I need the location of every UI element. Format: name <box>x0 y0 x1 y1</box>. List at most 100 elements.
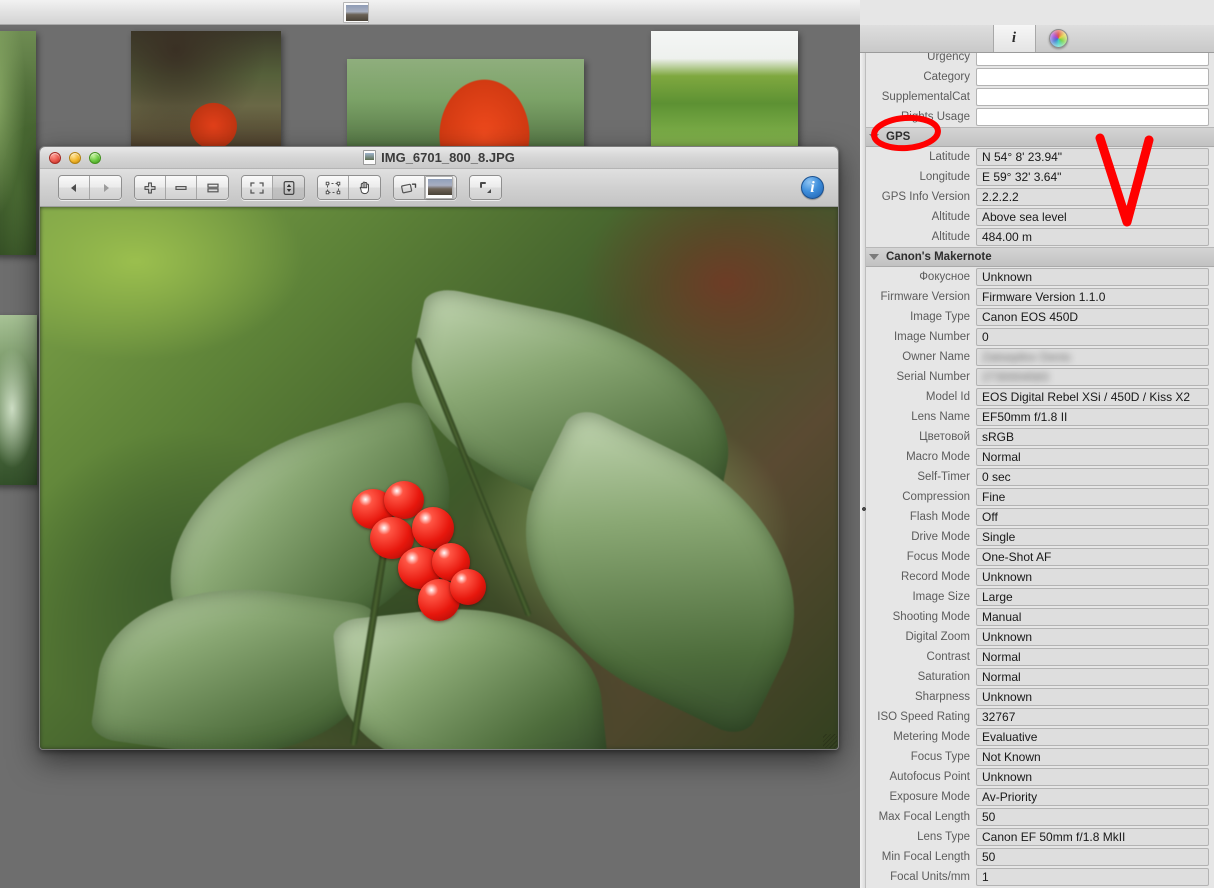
crop-segment <box>469 175 502 200</box>
inspector-scrollbar[interactable] <box>860 53 866 888</box>
thumbnail-image <box>131 31 281 156</box>
next-icon[interactable] <box>90 176 121 199</box>
photo-icon[interactable] <box>425 176 453 199</box>
metadata-value-field[interactable]: Normal <box>976 648 1209 666</box>
thumbnail-leaf-lower-left[interactable] <box>0 315 37 485</box>
metadata-inspector-panel: i Urgency Category SupplementalCat Rights U… <box>860 0 1214 888</box>
metadata-value-field[interactable]: N 54° 8' 23.94" <box>976 148 1209 166</box>
metadata-value-field[interactable]: 2730004583 <box>976 368 1209 386</box>
metadata-value-field[interactable] <box>976 108 1209 126</box>
viewer-titlebar[interactable]: IMG_6701_800_8.JPG <box>40 147 838 169</box>
metadata-value-field[interactable]: One-Shot AF <box>976 548 1209 566</box>
metadata-value-field[interactable]: 0 <box>976 328 1209 346</box>
metadata-label: Firmware Version <box>880 291 970 303</box>
metadata-value-field[interactable]: Large <box>976 588 1209 606</box>
photo-icon[interactable] <box>343 2 369 23</box>
panel-resize-handle[interactable] <box>861 505 867 513</box>
metadata-value-field[interactable] <box>976 88 1209 106</box>
metadata-value-field[interactable]: E 59° 32' 3.64" <box>976 168 1209 186</box>
crop-icon[interactable] <box>470 176 501 199</box>
metadata-value-field[interactable]: Firmware Version 1.1.0 <box>976 288 1209 306</box>
metadata-row: Image Type Canon EOS 450D <box>860 307 1214 327</box>
thumbnail-mushroom-center[interactable] <box>347 59 584 157</box>
metadata-value-field[interactable]: Manual <box>976 608 1209 626</box>
navigation-segment <box>58 175 122 200</box>
metadata-value-field[interactable]: EF50mm f/1.8 II <box>976 408 1209 426</box>
metadata-row: Фокусное Unknown <box>860 267 1214 287</box>
metadata-row: Exposure Mode Av-Priority <box>860 787 1214 807</box>
metadata-row: Saturation Normal <box>860 667 1214 687</box>
actual-size-icon[interactable] <box>197 176 228 199</box>
metadata-row: Contrast Normal <box>860 647 1214 667</box>
metadata-value-field[interactable]: EOS Digital Rebel XSi / 450D / Kiss X2 <box>976 388 1209 406</box>
info-icon[interactable]: i <box>801 176 824 199</box>
metadata-label: Focus Type <box>910 751 970 763</box>
metadata-value-field[interactable]: Unknown <box>976 268 1209 286</box>
fit-height-icon[interactable] <box>273 176 304 199</box>
metadata-row: Compression Fine <box>860 487 1214 507</box>
metadata-label: Altitude <box>931 211 970 223</box>
metadata-value-field[interactable]: Unknown <box>976 688 1209 706</box>
metadata-row: Urgency <box>860 53 1214 67</box>
metadata-value-field[interactable]: 484.00 m <box>976 228 1209 246</box>
metadata-section-label: Canon's Makernote <box>886 251 992 263</box>
rotate-left-icon[interactable] <box>394 176 425 199</box>
metadata-value-field[interactable]: 0 sec <box>976 468 1209 486</box>
metadata-value-field[interactable]: Above sea level <box>976 208 1209 226</box>
metadata-value-field[interactable]: Evaluative <box>976 728 1209 746</box>
metadata-value-field[interactable] <box>976 68 1209 86</box>
metadata-value-field[interactable]: Canon EOS 450D <box>976 308 1209 326</box>
image-viewer-window[interactable]: IMG_6701_800_8.JPG i <box>39 146 839 750</box>
metadata-value-field[interactable]: 50 <box>976 808 1209 826</box>
metadata-label: Sharpness <box>915 691 970 703</box>
thumbnail-moss-right[interactable] <box>651 31 798 156</box>
disclosure-triangle-icon[interactable] <box>869 254 879 260</box>
zoom-in-icon[interactable] <box>135 176 166 199</box>
metadata-label: ISO Speed Rating <box>877 711 970 723</box>
image-canvas[interactable] <box>40 207 838 749</box>
thumbnail-leaf-left[interactable] <box>0 31 36 255</box>
metadata-value-field[interactable]: Normal <box>976 668 1209 686</box>
metadata-value-field[interactable]: 2.2.2.2 <box>976 188 1209 206</box>
metadata-value-field[interactable]: Off <box>976 508 1209 526</box>
metadata-value-field[interactable]: Fine <box>976 488 1209 506</box>
metadata-row: Drive Mode Single <box>860 527 1214 547</box>
metadata-value-field[interactable]: Normal <box>976 448 1209 466</box>
metadata-value-field[interactable]: Single <box>976 528 1209 546</box>
redacted-value: Zatsepilov Denis <box>982 350 1071 364</box>
metadata-value-field[interactable]: Unknown <box>976 628 1209 646</box>
metadata-value-field[interactable]: Unknown <box>976 568 1209 586</box>
zoom-out-icon[interactable] <box>166 176 197 199</box>
metadata-value-field[interactable]: Canon EF 50mm f/1.8 MkII <box>976 828 1209 846</box>
metadata-label: Record Mode <box>900 571 970 583</box>
metadata-row: Self-Timer 0 sec <box>860 467 1214 487</box>
metadata-row: Model Id EOS Digital Rebel XSi / 450D / K… <box>860 387 1214 407</box>
tab-info[interactable]: i <box>992 25 1036 52</box>
inspector-scroll-area[interactable]: Urgency Category SupplementalCat Rights Usa… <box>860 53 1214 888</box>
metadata-value-field[interactable] <box>976 53 1209 66</box>
hand-icon[interactable] <box>349 176 380 199</box>
previous-icon[interactable] <box>59 176 90 199</box>
metadata-value-field[interactable]: Not Known <box>976 748 1209 766</box>
metadata-section-header[interactable]: GPS <box>860 127 1214 147</box>
disclosure-triangle-icon[interactable] <box>869 134 879 140</box>
metadata-label: Digital Zoom <box>905 631 970 643</box>
metadata-value-field[interactable]: Unknown <box>976 768 1209 786</box>
metadata-section-header[interactable]: Canon's Makernote <box>860 247 1214 267</box>
metadata-row: Lens Name EF50mm f/1.8 II <box>860 407 1214 427</box>
metadata-value-field[interactable]: 50 <box>976 848 1209 866</box>
metadata-value-field[interactable]: 1 <box>976 868 1209 886</box>
fit-to-window-icon[interactable] <box>242 176 273 199</box>
metadata-value-field[interactable]: Zatsepilov Denis <box>976 348 1209 366</box>
metadata-value-field[interactable]: sRGB <box>976 428 1209 446</box>
metadata-row: Rights Usage <box>860 107 1214 127</box>
zoom-segment <box>134 175 229 200</box>
metadata-value-field[interactable]: Av-Priority <box>976 788 1209 806</box>
tab-color-wheel[interactable] <box>1036 29 1082 48</box>
metadata-label: Image Type <box>910 311 970 323</box>
metadata-value-field[interactable]: 32767 <box>976 708 1209 726</box>
resize-grip[interactable] <box>823 734 837 748</box>
redacted-value: 2730004583 <box>982 370 1049 384</box>
thumbnail-mushroom-top[interactable] <box>131 31 281 156</box>
select-icon[interactable] <box>318 176 349 199</box>
